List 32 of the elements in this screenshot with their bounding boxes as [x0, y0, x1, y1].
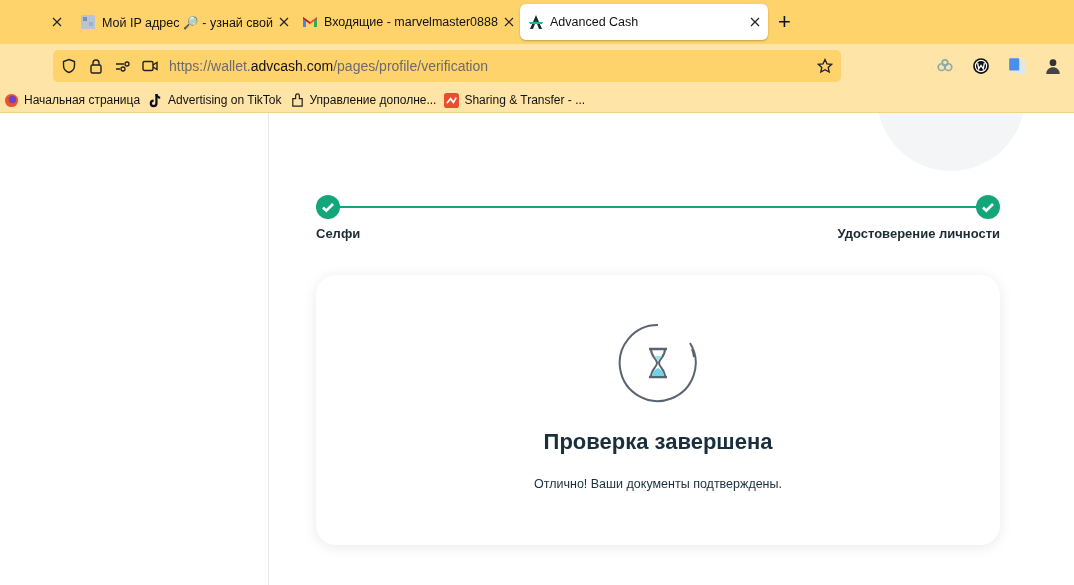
zigzag-logo-icon [444, 92, 460, 108]
step-label: Удостоверение личности [837, 226, 1000, 241]
hourglass-icon [618, 323, 698, 403]
step-label: Селфи [316, 226, 361, 241]
browser-tab[interactable]: Входящие - marvelmaster0888 [294, 4, 514, 40]
close-icon[interactable] [279, 17, 289, 27]
browser-tab[interactable]: Advanced Cash [520, 4, 768, 40]
camera-icon[interactable] [142, 58, 158, 74]
close-icon[interactable] [503, 17, 514, 27]
brand-logo-icon [528, 14, 544, 30]
permissions-icon[interactable] [115, 58, 131, 74]
mail-icon [302, 14, 318, 30]
lock-icon[interactable] [88, 58, 104, 74]
puzzle-icon [289, 92, 305, 108]
new-tab-button[interactable]: + [770, 11, 799, 33]
bookmark-item[interactable]: Управление дополне... [289, 92, 437, 108]
bookmark-star-icon[interactable] [817, 58, 833, 74]
address-bar[interactable]: https://wallet.advcash.com/pages/profile/verification [53, 50, 841, 82]
site-favicon-icon [80, 14, 96, 30]
browser-tab[interactable]: Мой IP адрес 🔎 - узнай свой [72, 4, 292, 40]
bookmark-item[interactable]: Advertising on TikTok [148, 92, 282, 108]
profile-avatar-icon[interactable] [1044, 57, 1062, 75]
result-message: Отлично! Ваши документы подтверждены. [534, 477, 782, 491]
bookmark-item[interactable]: Sharing & Transfer - ... [444, 92, 586, 108]
close-icon[interactable] [750, 17, 760, 27]
browser-logo-icon [4, 92, 19, 108]
translate-icon[interactable] [1008, 57, 1026, 75]
result-title: Проверка завершена [543, 429, 773, 455]
close-icon[interactable] [52, 17, 62, 27]
bookmark-item[interactable]: Начальная страница [4, 92, 141, 108]
extension-icon[interactable] [972, 57, 990, 75]
shield-icon[interactable] [61, 58, 77, 74]
